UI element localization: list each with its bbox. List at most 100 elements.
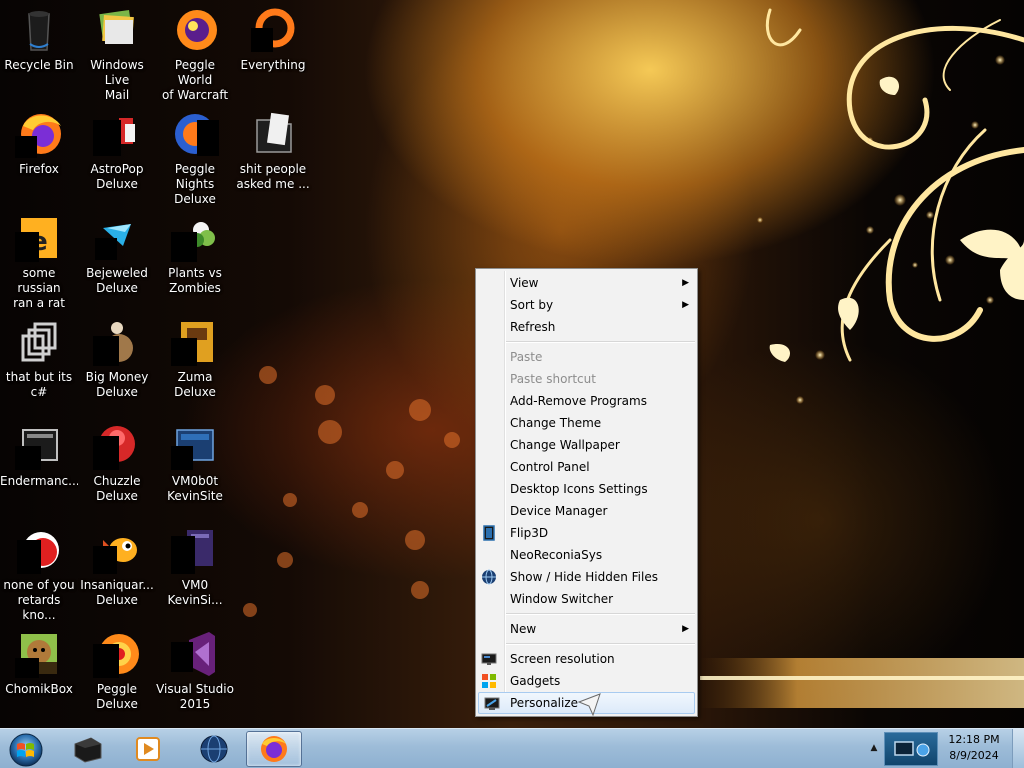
desktop-icon[interactable]: Visual Studio 2015 (156, 624, 234, 724)
menu-item-label: Show / Hide Hidden Files (510, 570, 658, 584)
desktop-icon[interactable]: Recycle Bin (0, 0, 78, 100)
menu-item-refresh[interactable]: Refresh (476, 316, 697, 338)
menu-item-control-panel[interactable]: Control Panel (476, 456, 697, 478)
menu-item-label: Paste shortcut (510, 372, 596, 386)
desktop-icon[interactable]: Peggle World of Warcraft ... (156, 0, 234, 100)
taskbar-button-dark-app[interactable] (60, 731, 116, 767)
stacked-files-icon (15, 318, 63, 366)
red-swirl-shortcut-icon (15, 526, 63, 574)
menu-item-label: New (510, 622, 537, 636)
menu-separator (506, 643, 695, 645)
desktop-icon[interactable]: Plants vs Zombies (156, 208, 234, 308)
globe-browser-icon (200, 735, 228, 763)
peggle-nights-deluxe-icon (171, 110, 219, 158)
desktop-icon[interactable]: VM0b0t KevinSite (156, 416, 234, 516)
menu-item-show-hide-hidden-files[interactable]: Show / Hide Hidden Files (476, 566, 697, 588)
desktop-icon-label: Endermanc... (0, 474, 78, 488)
desktop-icon-label: Zuma Deluxe (174, 370, 216, 399)
menu-item-gadgets[interactable]: Gadgets (476, 670, 697, 692)
firefox-icon (261, 736, 287, 762)
menu-item-paste: Paste (476, 346, 697, 368)
desktop-icon[interactable]: esome russian ran a rat (0, 208, 78, 308)
menu-item-label: Refresh (510, 320, 556, 334)
taskbar-button-browser[interactable] (186, 731, 242, 767)
desktop-icon[interactable]: Zuma Deluxe (156, 312, 234, 412)
desktop-icon-label: Windows Live Mail (90, 58, 144, 100)
desktop-icon[interactable]: VM0 KevinSi... (156, 520, 234, 620)
desktop-icon-label: Recycle Bin (4, 58, 74, 72)
show-hidden-icons-button[interactable]: ▲ (866, 740, 882, 756)
desktop-icon[interactable]: that but its c# (0, 312, 78, 412)
menu-item-change-theme[interactable]: Change Theme (476, 412, 697, 434)
menu-item-sort-by[interactable]: Sort by ▶ (476, 294, 697, 316)
desktop-icon[interactable]: Peggle Deluxe (78, 624, 156, 724)
desktop-icon[interactable]: Insaniquar... Deluxe (78, 520, 156, 620)
menu-item-change-wallpaper[interactable]: Change Wallpaper (476, 434, 697, 456)
bejeweled-deluxe-icon (93, 214, 141, 262)
menu-item-label: Paste (510, 350, 543, 364)
menu-item-label: Add-Remove Programs (510, 394, 647, 408)
zuma-deluxe-icon (171, 318, 219, 366)
chuzzle-deluxe-icon (93, 422, 141, 470)
desktop-icon[interactable]: Chuzzle Deluxe (78, 416, 156, 516)
desktop-context-menu: View ▶ Sort by ▶ Refresh Paste Paste shortcut A… (475, 268, 698, 717)
desktop-icon[interactable]: AstroPop Deluxe (78, 104, 156, 204)
desktop-icon[interactable]: Endermanc... (0, 416, 78, 516)
desktop-icon[interactable]: none of you retards kno... (0, 520, 78, 620)
dark-app-icon (74, 737, 102, 763)
system-clock[interactable]: 12:18 PM 8/9/2024 (940, 732, 1008, 766)
desktop-icon-label: AstroPop Deluxe (90, 162, 144, 191)
menu-item-desktop-icons-settings[interactable]: Desktop Icons Settings (476, 478, 697, 500)
desktop-icon-label: Firefox (19, 162, 59, 176)
show-desktop-button[interactable] (1012, 729, 1024, 768)
menu-separator (506, 613, 695, 615)
desktop-icon-label: ChomikBox (5, 682, 73, 696)
desktop-icon-label: Visual Studio 2015 (156, 682, 234, 711)
menu-item-label: Window Switcher (510, 592, 614, 606)
desktop-icon-label: none of you retards kno... (3, 578, 75, 620)
peggle-world-of-warcraft-icon (171, 6, 219, 54)
desktop-icon[interactable]: Bejeweled Deluxe (78, 208, 156, 308)
menu-item-view[interactable]: View ▶ (476, 272, 697, 294)
desktop-icon[interactable]: ChomikBox (0, 624, 78, 724)
taskbar-button-firefox[interactable] (246, 731, 302, 767)
desktop-icon[interactable]: Windows Live Mail (78, 0, 156, 100)
menu-item-label: Sort by (510, 298, 554, 312)
desktop-icon-label: Plants vs Zombies (168, 266, 222, 295)
windows-live-mail-icon (93, 6, 141, 54)
desktop-icon-label: Peggle World of Warcraft ... (161, 58, 229, 100)
taskbar-button-media-player[interactable] (120, 731, 176, 767)
desktop-icon-label: Chuzzle Deluxe (93, 474, 141, 503)
menu-item-label: View (510, 276, 539, 290)
menu-item-label: NeoReconiaSys (510, 548, 603, 562)
desktop-icon[interactable]: Firefox (0, 104, 78, 204)
desktop-icon[interactable]: Everything (234, 0, 312, 100)
desktop-icon-label: VM0b0t KevinSite (167, 474, 223, 503)
menu-item-screen-resolution[interactable]: Screen resolution (476, 648, 697, 670)
tray-app-icon[interactable] (884, 732, 938, 766)
menu-item-flip3d[interactable]: Flip3D (476, 522, 697, 544)
desktop-icon-label: Everything (240, 58, 306, 72)
big-money-deluxe-icon (93, 318, 141, 366)
gadgets-icon (481, 673, 497, 689)
start-button[interactable] (4, 732, 48, 768)
desktop-icon[interactable]: Peggle Nights Deluxe (156, 104, 234, 204)
menu-item-neoreconiasys[interactable]: NeoReconiaSys (476, 544, 697, 566)
menu-item-label: Screen resolution (510, 652, 615, 666)
menu-item-add-remove-programs[interactable]: Add-Remove Programs (476, 390, 697, 412)
everything-search-icon (249, 6, 297, 54)
visual-studio-icon (171, 630, 219, 678)
globe-icon (481, 569, 497, 585)
desktop-icon[interactable]: Big Money Deluxe (78, 312, 156, 412)
menu-item-label: Change Wallpaper (510, 438, 620, 452)
desktop-icon[interactable]: shit people asked me ... (234, 104, 312, 204)
peggle-deluxe-icon (93, 630, 141, 678)
menu-item-window-switcher[interactable]: Window Switcher (476, 588, 697, 610)
menu-item-new[interactable]: New ▶ (476, 618, 697, 640)
document-shortcut-icon (171, 526, 219, 574)
menu-item-device-manager[interactable]: Device Manager (476, 500, 697, 522)
menu-item-paste-shortcut: Paste shortcut (476, 368, 697, 390)
screen-resolution-icon (481, 651, 497, 667)
chomikbox-icon (15, 630, 63, 678)
desktop-icon-label: Bejeweled Deluxe (86, 266, 148, 295)
